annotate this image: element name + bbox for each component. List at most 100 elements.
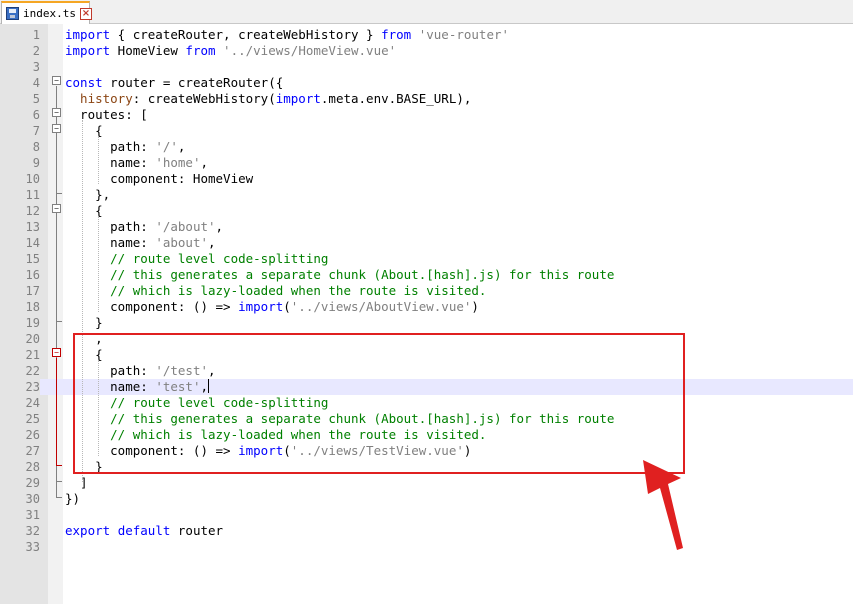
tab-filename: index.ts: [23, 7, 76, 20]
code-token: ]: [65, 475, 88, 490]
line-number: 23: [0, 379, 40, 395]
line-number: 13: [25, 220, 40, 234]
code-text: {: [65, 203, 103, 219]
code-line[interactable]: 19 }: [0, 315, 853, 331]
code-token: '../views/HomeView.vue': [215, 43, 397, 58]
code-text: }: [65, 315, 103, 331]
code-token: 'vue-router': [411, 27, 510, 42]
line-number: 12: [25, 204, 40, 218]
code-text: // this generates a separate chunk (Abou…: [65, 267, 614, 283]
line-number: 11: [25, 188, 40, 202]
code-text: history: createWebHistory(import.meta.en…: [65, 91, 471, 107]
code-line[interactable]: 12 {: [0, 203, 853, 219]
code-text: // route level code-splitting: [65, 251, 328, 267]
code-token: name:: [65, 155, 156, 170]
code-line[interactable]: 5 history: createWebHistory(import.meta.…: [0, 91, 853, 107]
code-line[interactable]: 7 {: [0, 123, 853, 139]
fold-toggle-icon[interactable]: −: [52, 124, 61, 133]
code-token: }: [65, 315, 103, 330]
code-line[interactable]: 14 name: 'about',: [0, 235, 853, 251]
code-text: name: 'home',: [65, 155, 208, 171]
code-token: {: [65, 123, 103, 138]
code-token: import: [275, 91, 321, 106]
code-token: ,: [177, 139, 186, 154]
line-number: 3: [32, 60, 40, 74]
code-token: name:: [65, 235, 156, 250]
line-number: 6: [32, 108, 40, 122]
code-token: import: [238, 299, 284, 314]
line-number: 7: [32, 124, 40, 138]
code-line[interactable]: 15 // route level code-splitting: [0, 251, 853, 267]
fold-toggle-icon[interactable]: −: [52, 76, 61, 85]
code-line[interactable]: 31: [0, 507, 853, 523]
line-number: 28: [25, 460, 40, 474]
code-token: { createRouter, createWebHistory }: [110, 27, 382, 42]
code-token: ,: [215, 219, 224, 234]
code-line[interactable]: 10 component: HomeView: [0, 171, 853, 187]
code-editor[interactable]: 1 import { createRouter, createWebHistory…: [0, 24, 853, 604]
code-line[interactable]: 9 name: 'home',: [0, 155, 853, 171]
code-line[interactable]: 16 // this generates a separate chunk (A…: [0, 267, 853, 283]
code-line[interactable]: 29 ]: [0, 475, 853, 491]
code-token: history: [65, 91, 133, 106]
code-text: import HomeView from '../views/HomeView.…: [65, 43, 396, 59]
line-number: 8: [32, 140, 40, 154]
code-line[interactable]: 32 export default router: [0, 523, 853, 539]
code-text: }): [65, 491, 80, 507]
code-line[interactable]: 1 import { createRouter, createWebHistory…: [0, 27, 853, 43]
code-token: 'about': [155, 235, 208, 250]
code-line[interactable]: 33: [0, 539, 853, 555]
code-text: // which is lazy-loaded when the route i…: [65, 283, 486, 299]
code-token: // this generates a separate chunk (Abou…: [65, 267, 615, 282]
code-line[interactable]: 17 // which is lazy-loaded when the rout…: [0, 283, 853, 299]
code-line[interactable]: 3: [0, 59, 853, 75]
line-number: 20: [25, 332, 40, 346]
line-number: 25: [25, 412, 40, 426]
code-line[interactable]: 8 path: '/',: [0, 139, 853, 155]
line-number: 4: [32, 76, 40, 90]
code-token: component: HomeView: [65, 171, 254, 186]
fold-toggle-icon[interactable]: −: [52, 108, 61, 117]
code-token: ,: [208, 235, 216, 250]
code-text: import { createRouter, createWebHistory …: [65, 27, 509, 43]
code-token: import: [65, 43, 111, 58]
annotation-highlight-box: [73, 333, 685, 474]
code-token: path:: [65, 219, 156, 234]
code-token: component: () =>: [65, 299, 239, 314]
code-token: import: [65, 27, 111, 42]
code-line[interactable]: 13 path: '/about',: [0, 219, 853, 235]
code-line[interactable]: 11 },: [0, 187, 853, 203]
line-number: 30: [25, 492, 40, 506]
code-line[interactable]: 6 routes: [: [0, 107, 853, 123]
line-number: 17: [25, 284, 40, 298]
line-number: 18: [25, 300, 40, 314]
line-number: 15: [25, 252, 40, 266]
code-line[interactable]: 2 import HomeView from '../views/HomeView…: [0, 43, 853, 59]
code-line[interactable]: 18 component: () => import('../views/Abo…: [0, 299, 853, 315]
code-token: from: [381, 27, 412, 42]
code-token: default: [117, 523, 171, 538]
code-token: '../views/AboutView.vue': [290, 299, 472, 314]
fold-toggle-icon[interactable]: −: [52, 348, 61, 357]
code-text: name: 'about',: [65, 235, 216, 251]
close-icon[interactable]: ×: [79, 7, 92, 20]
line-number: 14: [25, 236, 40, 250]
line-number: 31: [25, 508, 40, 522]
tab-bar: index.ts ×: [0, 0, 853, 24]
line-number: 19: [25, 316, 40, 330]
code-token: ): [471, 299, 479, 314]
line-number: 33: [25, 540, 40, 554]
line-number: 21: [25, 348, 40, 362]
code-line[interactable]: 30}): [0, 491, 853, 507]
file-tab[interactable]: index.ts ×: [1, 1, 92, 24]
code-token: router: [170, 523, 224, 538]
code-token: path:: [65, 139, 156, 154]
code-text: const router = createRouter({: [65, 75, 283, 91]
line-number: 27: [25, 444, 40, 458]
code-text: component: () => import('../views/AboutV…: [65, 299, 479, 315]
code-token: }): [65, 491, 81, 506]
code-token: },: [65, 187, 111, 202]
fold-toggle-icon[interactable]: −: [52, 204, 61, 213]
code-line[interactable]: 4 const router = createRouter({: [0, 75, 853, 91]
